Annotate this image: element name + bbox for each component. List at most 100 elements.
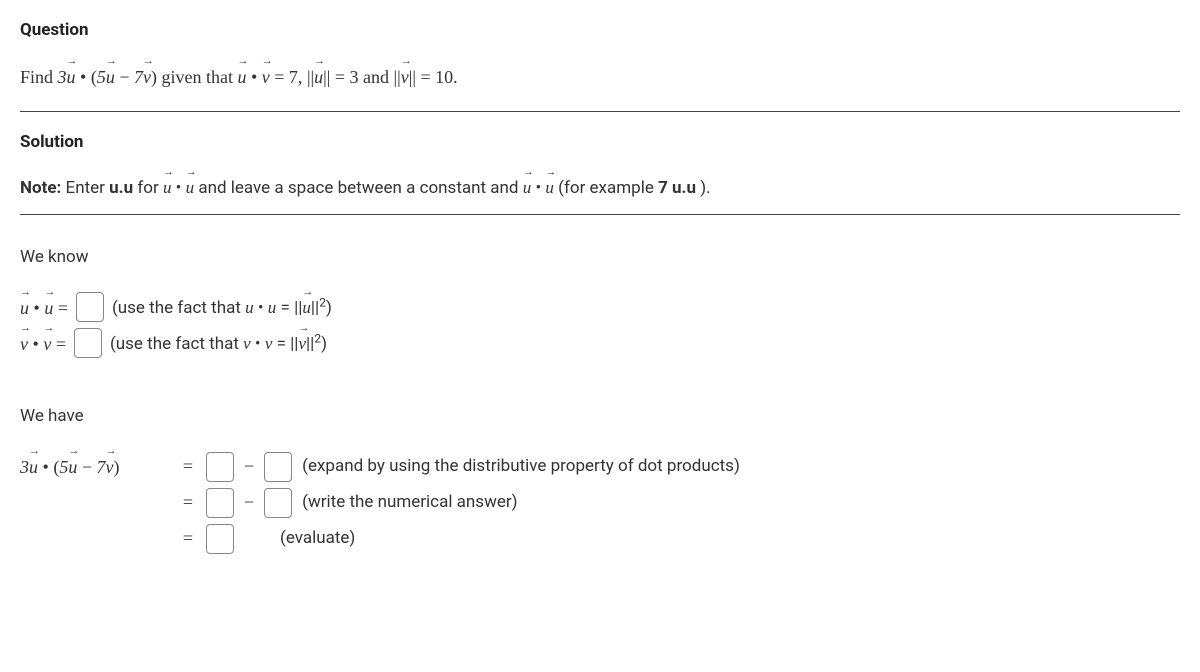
step-block: 3u • (5u − 7v) = − (expand by using the … bbox=[20, 452, 1180, 554]
normv-val: = 10. bbox=[416, 67, 458, 87]
note-vec-u2: u bbox=[186, 173, 195, 201]
vv-hint-vvec: v bbox=[298, 329, 306, 357]
find-label: Find bbox=[20, 67, 58, 87]
vv-hint: (use the fact that v • v = ||v||2) bbox=[110, 329, 327, 358]
s1-hint: (expand by using the distributive proper… bbox=[302, 454, 740, 480]
vv-hint-post: ) bbox=[321, 334, 327, 354]
s1-eq: = bbox=[180, 453, 196, 480]
note-vec-u3: u bbox=[523, 173, 532, 201]
norm-r2: || bbox=[409, 67, 416, 87]
note-line: Note: Enter u.u for u • u and leave a sp… bbox=[20, 173, 1180, 202]
note-dot2: • bbox=[531, 178, 545, 198]
step1-lhs: 3u • (5u − 7v) bbox=[20, 452, 170, 481]
uu-hint-mid: = bbox=[276, 298, 294, 318]
s1-coef7: 7 bbox=[96, 457, 105, 477]
uu-hint-nl: || bbox=[294, 298, 302, 318]
coef-5: 5 bbox=[97, 67, 106, 87]
coef-7: 7 bbox=[134, 67, 143, 87]
vv-hint-dot: • bbox=[255, 334, 261, 354]
given-label: given that bbox=[157, 67, 237, 87]
s1-rp: ) bbox=[113, 457, 119, 477]
vv-hint-pre: (use the fact that bbox=[110, 334, 243, 354]
vec-v2: v bbox=[262, 62, 270, 91]
uu-hint-dot: • bbox=[258, 298, 264, 318]
note-dot1: • bbox=[171, 178, 185, 198]
uu-hint-pre: (use the fact that bbox=[112, 298, 245, 318]
s2-minus: − bbox=[244, 489, 254, 516]
dot-op: • bbox=[76, 67, 91, 87]
s1-v: v bbox=[105, 452, 113, 481]
and-label: and bbox=[359, 67, 394, 87]
s3-hint: (evaluate) bbox=[280, 526, 355, 552]
note-label: Note: bbox=[20, 178, 61, 198]
vv-hint-v1: v bbox=[243, 334, 251, 353]
step-row-1: 3u • (5u − 7v) = − (expand by using the … bbox=[20, 452, 1180, 482]
uu-dot: • bbox=[34, 298, 40, 318]
dot-op2: • bbox=[246, 67, 261, 87]
vec-v: v bbox=[143, 62, 151, 91]
uu-hint-uvec: u bbox=[302, 293, 311, 321]
uu-vec-u2: u bbox=[44, 293, 53, 322]
solution-heading: Solution bbox=[20, 130, 1180, 156]
vv-lhs: v • v = bbox=[20, 329, 66, 358]
vv-hint-nl: || bbox=[290, 334, 298, 354]
s1-dot: • bbox=[43, 457, 49, 477]
step-row-3: = (evaluate) bbox=[20, 524, 1180, 554]
uu-eq: = bbox=[58, 298, 68, 318]
vv-eq: = bbox=[56, 334, 66, 354]
note-uu: u.u bbox=[109, 178, 133, 198]
vec-u: u bbox=[67, 62, 76, 91]
question-heading: Question bbox=[20, 18, 1180, 44]
step-row-2: = − (write the numerical answer) bbox=[20, 488, 1180, 518]
s2-eq: = bbox=[180, 489, 196, 516]
coef-3: 3 bbox=[58, 67, 67, 87]
uu-answer-input[interactable] bbox=[76, 292, 104, 322]
note-ex: 7 u.u bbox=[658, 178, 696, 198]
uu-vec-u1: u bbox=[20, 293, 29, 322]
uu-lhs: u • u = bbox=[20, 293, 68, 322]
s1-coef5: 5 bbox=[59, 457, 68, 477]
minus-op: − bbox=[115, 67, 134, 87]
normu-val: = 3 bbox=[330, 67, 358, 87]
vv-hint-mid: = bbox=[272, 334, 290, 354]
note-t2: for bbox=[133, 178, 163, 198]
eq1: = 7, bbox=[270, 67, 307, 87]
divider-2 bbox=[20, 214, 1180, 215]
s2-hint: (write the numerical answer) bbox=[302, 490, 517, 516]
vv-dot: • bbox=[33, 334, 39, 354]
note-t5: ). bbox=[696, 178, 711, 198]
uu-hint-sq: 2 bbox=[319, 295, 326, 309]
uu-hint-nr: || bbox=[311, 298, 319, 318]
divider-1 bbox=[20, 111, 1180, 112]
vv-row: v • v = (use the fact that v • v = ||v||… bbox=[20, 328, 1180, 358]
note-vec-u1: u bbox=[163, 173, 172, 201]
vv-vec-v2: v bbox=[43, 329, 51, 358]
s1-coef3: 3 bbox=[20, 457, 29, 477]
vec-v3: v bbox=[401, 62, 409, 91]
s1-minus2: − bbox=[244, 453, 254, 480]
uu-hint-u1: u bbox=[245, 298, 254, 317]
s1-u: u bbox=[29, 452, 38, 481]
s3-eq: = bbox=[180, 525, 196, 552]
wehave-heading: We have bbox=[20, 404, 1180, 430]
s3-box[interactable] bbox=[206, 524, 234, 554]
note-t4: (for example bbox=[554, 178, 658, 198]
uu-hint-post: ) bbox=[326, 298, 332, 318]
vec-u2: u bbox=[106, 62, 115, 91]
vv-vec-v1: v bbox=[20, 329, 28, 358]
note-t1: Enter bbox=[61, 178, 109, 198]
s1-box2[interactable] bbox=[264, 452, 292, 482]
s2-box1[interactable] bbox=[206, 488, 234, 518]
s1-minus: − bbox=[82, 457, 92, 477]
s1-box1[interactable] bbox=[206, 452, 234, 482]
note-t3: and leave a space between a constant and bbox=[194, 178, 523, 198]
uu-row: u • u = (use the fact that u • u = ||u||… bbox=[20, 292, 1180, 322]
norm-l1: || bbox=[307, 67, 314, 87]
weknow-heading: We know bbox=[20, 245, 1180, 271]
vv-answer-input[interactable] bbox=[74, 328, 102, 358]
uu-hint: (use the fact that u • u = ||u||2) bbox=[112, 293, 332, 322]
vec-u4: u bbox=[314, 62, 323, 91]
note-vec-u4: u bbox=[545, 173, 554, 201]
s2-box2[interactable] bbox=[264, 488, 292, 518]
s1-u2: u bbox=[68, 452, 77, 481]
